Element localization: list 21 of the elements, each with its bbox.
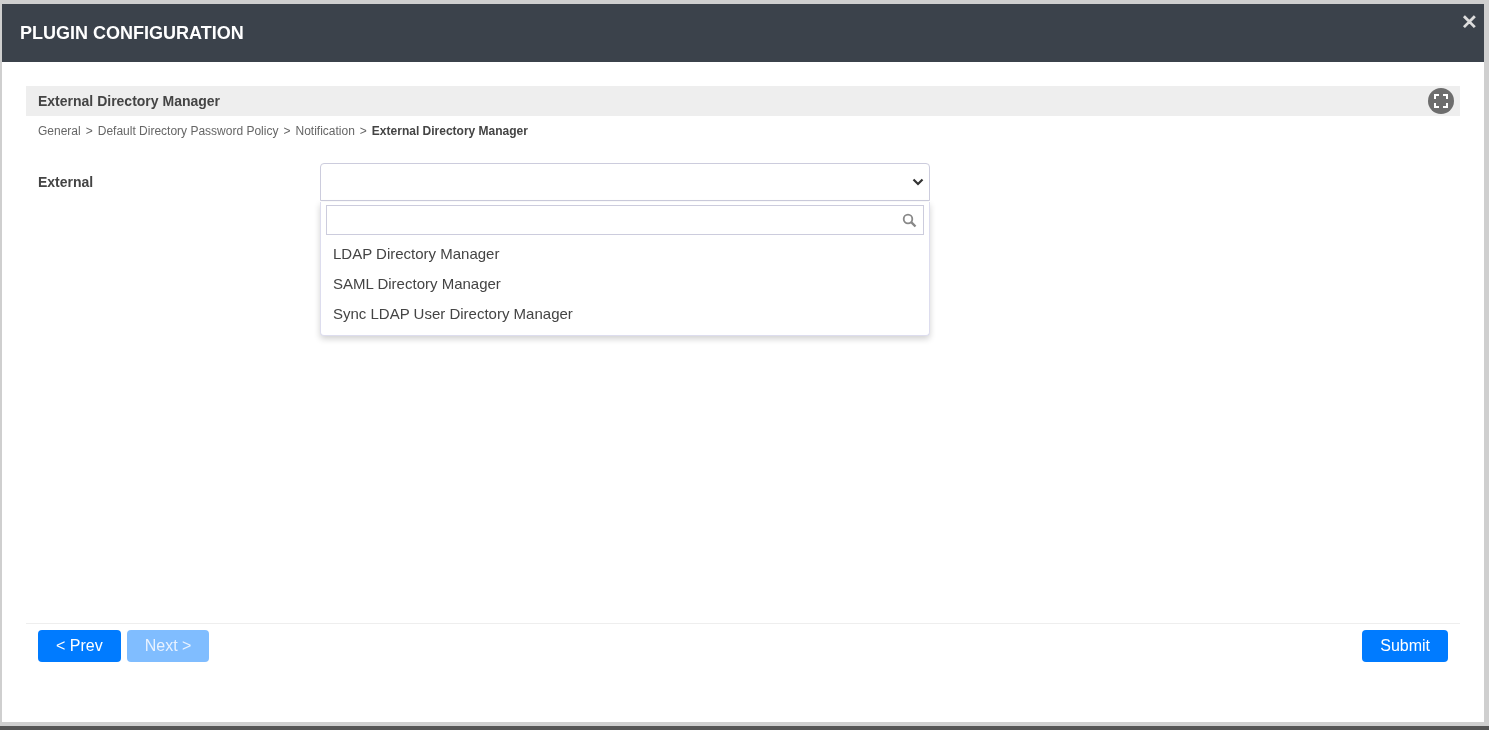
breadcrumb-current: External Directory Manager — [371, 124, 528, 138]
breadcrumb-separator: > — [283, 124, 291, 138]
submit-button[interactable]: Submit — [1362, 630, 1448, 662]
breadcrumb-link[interactable]: Default Directory Password Policy — [97, 124, 279, 138]
breadcrumb-separator: > — [359, 124, 367, 138]
fullscreen-icon[interactable] — [1428, 88, 1454, 114]
dropdown-option[interactable]: LDAP Directory Manager — [326, 239, 924, 269]
section-title: External Directory Manager — [38, 93, 221, 109]
search-field[interactable] — [326, 205, 924, 235]
breadcrumb-link[interactable]: Notification — [295, 124, 355, 138]
dropdown-option[interactable]: Sync LDAP User Directory Manager — [326, 299, 924, 329]
chevron-down-icon — [912, 178, 924, 186]
select-field[interactable] — [320, 163, 930, 201]
prev-button[interactable]: < Prev — [38, 630, 121, 662]
breadcrumb-link[interactable]: General — [38, 124, 81, 138]
dropdown-option[interactable]: SAML Directory Manager — [326, 269, 924, 299]
field-label: External — [38, 173, 95, 192]
dialog-title: PLUGIN CONFIGURATION — [20, 22, 244, 44]
breadcrumb-separator: > — [85, 124, 93, 138]
search-icon — [902, 212, 917, 228]
close-button[interactable]: ✕ — [1455, 6, 1484, 38]
